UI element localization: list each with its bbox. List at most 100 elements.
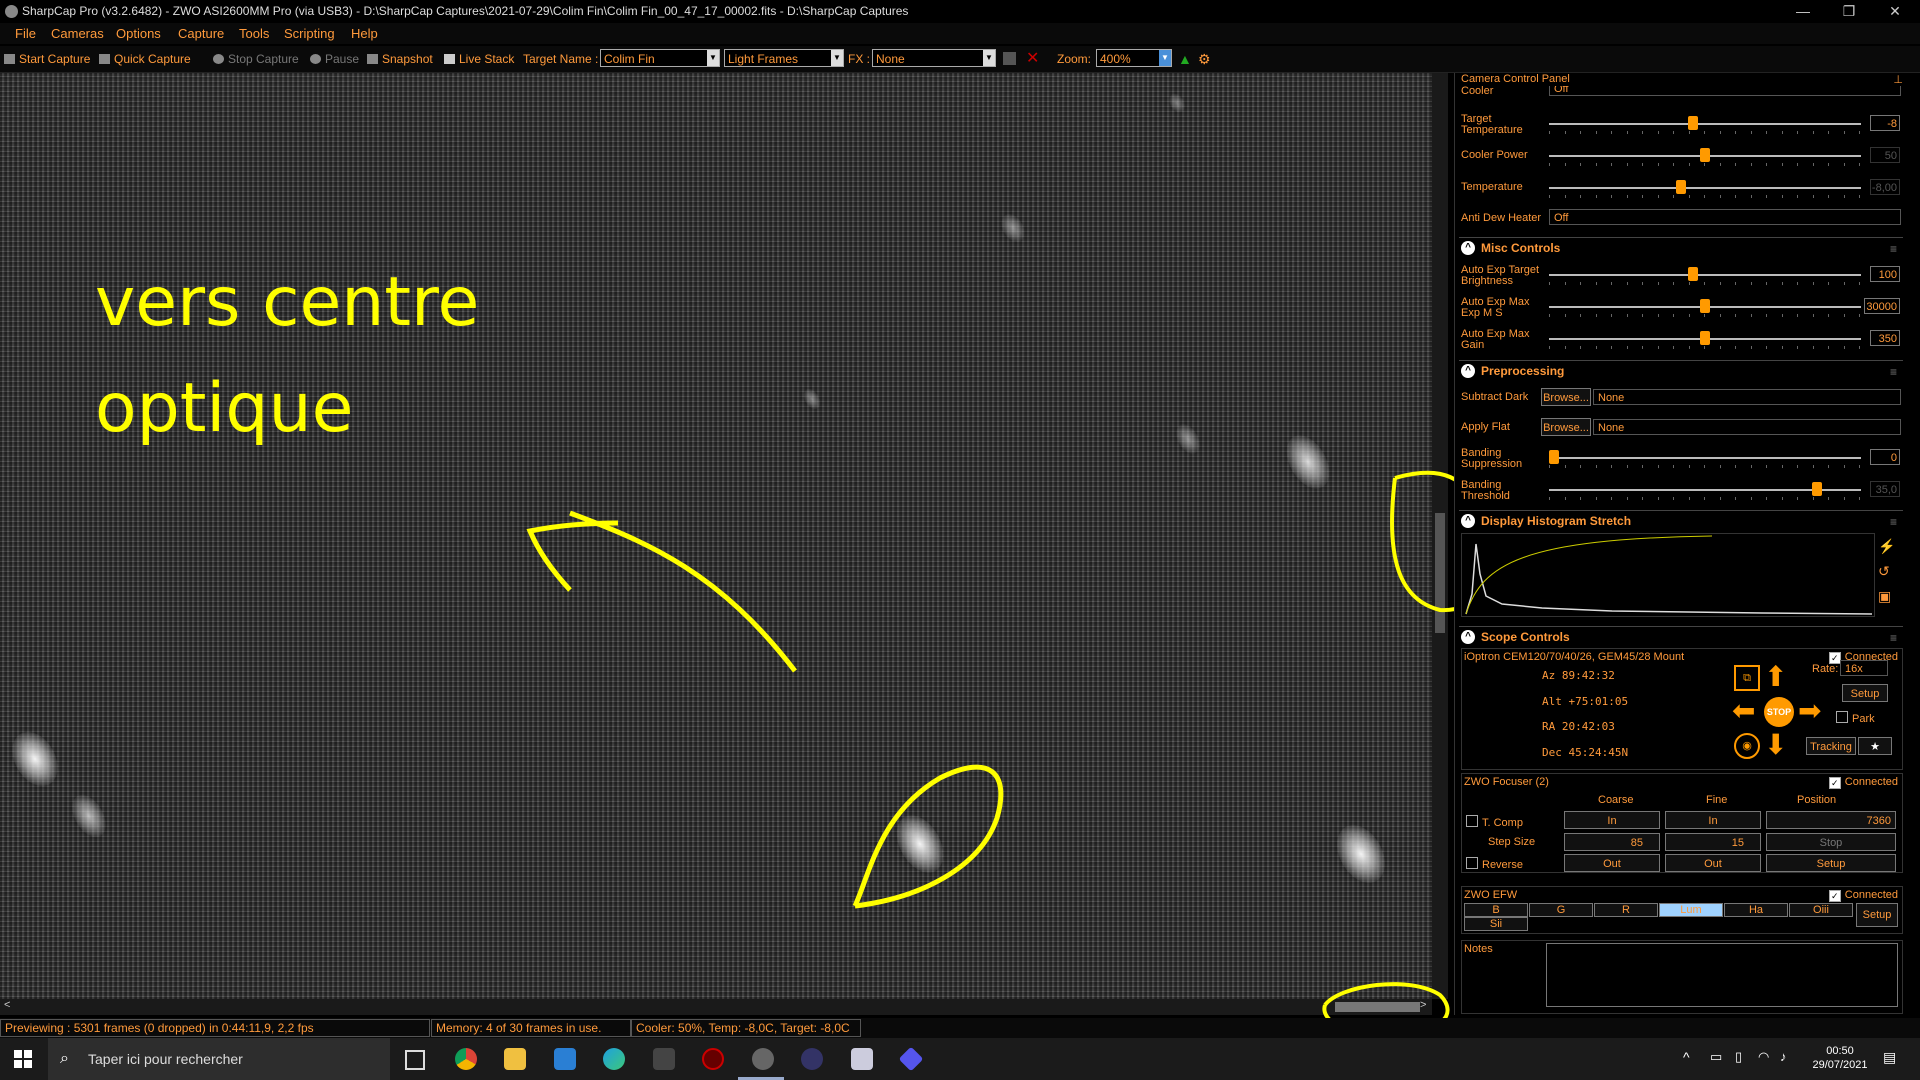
slider-knob[interactable]: [1700, 331, 1710, 345]
collapse-icon[interactable]: ^: [1461, 364, 1475, 378]
mount-setup-button[interactable]: Setup: [1842, 684, 1888, 702]
notifications-icon[interactable]: ▤: [1883, 1050, 1896, 1064]
slider-knob[interactable]: [1700, 299, 1710, 313]
menu-file[interactable]: File: [15, 23, 36, 44]
arrow-left-icon[interactable]: ⬅: [1732, 697, 1755, 725]
windows-start-icon[interactable]: [14, 1050, 32, 1068]
fine-out-button[interactable]: Out: [1665, 854, 1761, 872]
scroll-left-icon[interactable]: <: [4, 999, 10, 1011]
menu-icon[interactable]: ≡: [1890, 631, 1897, 645]
preprocessing-header[interactable]: ^ Preprocessing ≡: [1459, 360, 1903, 381]
slider-knob[interactable]: [1687, 267, 1698, 281]
ae-maxgain-value[interactable]: 350: [1870, 330, 1900, 346]
app-icon[interactable]: [851, 1048, 873, 1070]
clock[interactable]: 00:50 29/07/2021: [1802, 1044, 1878, 1072]
chrome-icon[interactable]: [455, 1048, 477, 1070]
image-viewport[interactable]: vers centre optique: [0, 73, 1432, 999]
quick-capture-button[interactable]: Quick Capture: [99, 46, 191, 72]
coarse-step-input[interactable]: 85: [1564, 833, 1660, 851]
subtract-dark-browse-button[interactable]: Browse...: [1541, 388, 1591, 406]
menu-icon[interactable]: ≡: [1890, 242, 1897, 256]
cooler-power-slider[interactable]: [1549, 148, 1861, 166]
collapse-icon[interactable]: ^: [1461, 630, 1475, 644]
filter-sii-button[interactable]: Sii: [1464, 917, 1528, 931]
zoom-combo[interactable]: 400% ▼: [1096, 49, 1172, 67]
menu-icon[interactable]: ≡: [1890, 515, 1897, 529]
frame-type-combo[interactable]: Light Frames ▼: [724, 49, 844, 67]
wifi-icon[interactable]: ◠: [1758, 1050, 1769, 1064]
live-stack-button[interactable]: Live Stack: [444, 46, 514, 72]
reverse-checkbox[interactable]: Reverse: [1466, 857, 1523, 871]
histogram-icon[interactable]: ▲: [1178, 46, 1192, 72]
reset-icon[interactable]: ↺: [1878, 563, 1890, 580]
anti-dew-dropdown[interactable]: Off: [1549, 209, 1901, 225]
target-temperature-value[interactable]: -8: [1870, 115, 1900, 131]
minimize-button[interactable]: —: [1780, 0, 1826, 23]
file-explorer-icon[interactable]: [504, 1048, 526, 1070]
slider-knob[interactable]: [1811, 482, 1822, 496]
edge-icon[interactable]: [603, 1048, 625, 1070]
tracking-button[interactable]: Tracking: [1806, 737, 1856, 755]
volume-icon[interactable]: ♪: [1780, 1050, 1787, 1064]
filter-g-button[interactable]: G: [1529, 903, 1593, 917]
slider-knob[interactable]: [1549, 450, 1559, 464]
collapse-icon[interactable]: ^: [1461, 241, 1475, 255]
maximize-button[interactable]: ❐: [1826, 0, 1872, 23]
efw-connected-checkbox[interactable]: ✓ Connected: [1828, 889, 1898, 902]
coarse-in-button[interactable]: In: [1564, 811, 1660, 829]
filter-r-button[interactable]: R: [1594, 903, 1658, 917]
focuser-setup-button[interactable]: Setup: [1766, 854, 1896, 872]
stellarium-icon[interactable]: [801, 1048, 823, 1070]
ae-maxgain-slider[interactable]: [1549, 331, 1861, 349]
filter-b-button[interactable]: B: [1464, 903, 1528, 917]
slider-knob[interactable]: [1687, 116, 1698, 130]
taskbar-search[interactable]: ⌕ Taper ici pour rechercher: [48, 1038, 390, 1080]
coarse-out-button[interactable]: Out: [1564, 854, 1660, 872]
banding-suppression-value[interactable]: 0: [1870, 449, 1900, 465]
fx-settings-icon[interactable]: [1003, 52, 1016, 65]
app-icon[interactable]: [898, 1046, 924, 1072]
slider-knob[interactable]: [1700, 148, 1710, 162]
scroll-thumb[interactable]: [1335, 1002, 1420, 1012]
battery-icon[interactable]: ▯: [1735, 1050, 1742, 1064]
filter-lum-button[interactable]: Lum: [1659, 903, 1723, 917]
apply-flat-dropdown[interactable]: None: [1593, 419, 1901, 435]
scroll-right-icon[interactable]: >: [1420, 999, 1426, 1011]
fine-step-input[interactable]: 15: [1665, 833, 1761, 851]
network-icon[interactable]: ▭: [1710, 1050, 1722, 1064]
snapshot-button[interactable]: Snapshot: [367, 46, 433, 72]
menu-help[interactable]: Help: [351, 23, 378, 44]
save-icon[interactable]: ▣: [1878, 588, 1891, 605]
misc-controls-header[interactable]: ^ Misc Controls ≡: [1459, 237, 1903, 258]
scope-controls-header[interactable]: ^ Scope Controls ≡: [1459, 626, 1903, 647]
cooler-dropdown[interactable]: Off: [1549, 86, 1901, 96]
horizontal-scrollbar[interactable]: < >: [0, 999, 1432, 1015]
filter-oiii-button[interactable]: Oiii: [1789, 903, 1853, 917]
fx-combo[interactable]: None ▼: [872, 49, 996, 67]
ae-target-value[interactable]: 100: [1870, 266, 1900, 282]
sharpcap-taskbar-icon[interactable]: [752, 1048, 774, 1070]
star-icon[interactable]: ★: [1858, 737, 1892, 755]
scroll-thumb[interactable]: [1435, 513, 1445, 633]
histogram-display[interactable]: [1461, 533, 1875, 617]
pause-button[interactable]: Pause: [310, 46, 359, 72]
stop-capture-button[interactable]: Stop Capture: [213, 46, 299, 72]
histogram-header[interactable]: ^ Display Histogram Stretch ≡: [1459, 510, 1903, 531]
menu-icon[interactable]: ≡: [1890, 365, 1897, 379]
app-icon[interactable]: [653, 1048, 675, 1070]
stop-button[interactable]: STOP: [1764, 697, 1794, 727]
apply-flat-browse-button[interactable]: Browse...: [1541, 418, 1591, 436]
auto-stretch-icon[interactable]: ⚡: [1878, 538, 1895, 555]
position-value[interactable]: 7360: [1766, 811, 1896, 829]
efw-setup-button[interactable]: Setup: [1856, 903, 1898, 927]
menu-capture[interactable]: Capture: [178, 23, 224, 44]
focuser-stop-button[interactable]: Stop: [1766, 833, 1896, 851]
target-icon[interactable]: ◉: [1734, 733, 1760, 759]
fine-in-button[interactable]: In: [1665, 811, 1761, 829]
target-name-combo[interactable]: Colim Fin ▼: [600, 49, 720, 67]
arrow-up-icon[interactable]: ⬆: [1764, 663, 1787, 691]
banding-threshold-slider[interactable]: [1549, 482, 1861, 500]
vertical-scrollbar[interactable]: [1432, 73, 1448, 999]
settings-icon[interactable]: ⚙: [1198, 46, 1211, 72]
subtract-dark-dropdown[interactable]: None: [1593, 389, 1901, 405]
